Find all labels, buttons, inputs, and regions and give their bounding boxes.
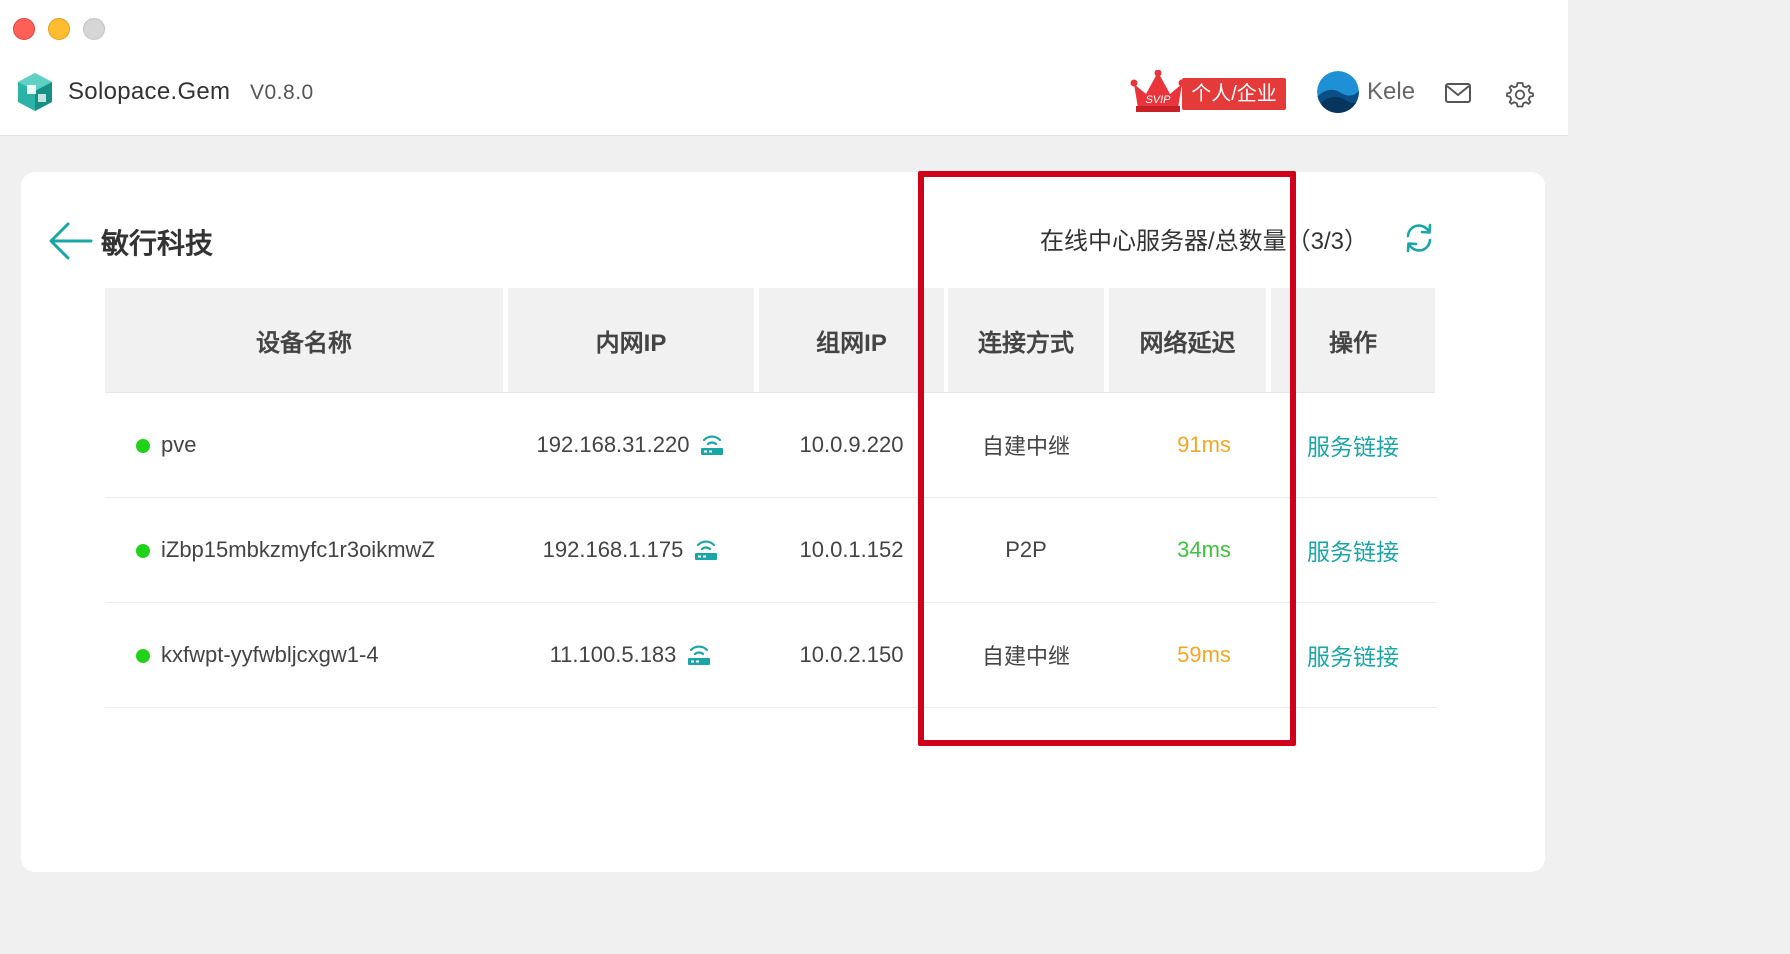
gear-icon[interactable] [1506,80,1534,108]
app-logo-icon [18,73,52,111]
annotation-highlight-box [918,171,1296,746]
back-arrow-icon[interactable] [48,220,94,262]
window-close-button[interactable] [13,18,35,40]
app-version: V0.8.0 [250,81,314,104]
device-name: pve [161,432,197,457]
column-header-lan-ip: 内网IP [508,288,754,392]
svip-upgrade-button[interactable]: SVIP 个人/企业 [1130,70,1288,114]
net-ip: 10.0.2.150 [799,642,904,667]
lan-ip: 192.168.1.175 [542,537,684,562]
router-icon [701,435,724,455]
mail-icon[interactable] [1444,81,1472,105]
window-minimize-button[interactable] [48,18,70,40]
lan-ip-cell: 192.168.31.220 [508,393,754,497]
lan-ip: 192.168.31.220 [536,432,690,457]
title-bar: Solopace.Gem V0.8.0 SVIP 个人/企业 Kele [0,0,1568,136]
svip-label: SVIP [1145,94,1171,106]
avatar-image [1317,71,1359,113]
page-title: 敏行科技 [101,228,214,259]
net-ip: 10.0.1.152 [799,537,904,562]
device-name: iZbp15mbkzmyfc1r3oikmwZ [161,537,435,562]
refresh-icon[interactable] [1403,222,1435,254]
crown-icon: SVIP [1130,70,1186,112]
avatar[interactable] [1317,71,1359,113]
window-zoom-button[interactable] [83,18,105,40]
router-icon [688,645,711,665]
lan-ip-cell: 192.168.1.175 [508,498,754,602]
column-header-net-ip: 组网IP [759,288,944,392]
router-icon [695,540,718,560]
username[interactable]: Kele [1367,78,1415,106]
lan-ip-cell: 11.100.5.183 [508,603,754,707]
column-header-device-name: 设备名称 [105,288,503,392]
app-name: Solopace.Gem [68,78,231,105]
device-name: kxfwpt-yyfwbljcxgw1-4 [161,642,379,667]
net-ip: 10.0.9.220 [799,432,904,457]
lan-ip: 11.100.5.183 [549,642,677,667]
plan-badge: 个人/企业 [1182,78,1286,110]
